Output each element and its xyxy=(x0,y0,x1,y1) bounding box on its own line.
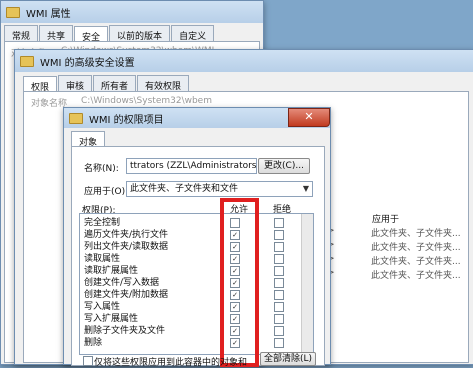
apply-to-value: 此文件夹、子文件夹和文件 xyxy=(130,184,239,194)
permission-row: 遍历文件夹/执行文件 ✓ xyxy=(80,229,313,241)
apply-container-label: 仅将这些权限应用到此容器中的对象和 xyxy=(94,358,248,368)
permission-name: 创建文件/写入数据 xyxy=(84,278,160,288)
list-item[interactable]: 此文件夹、子文件夹... xyxy=(371,240,461,253)
change-button[interactable]: 更改(C)... xyxy=(258,158,310,174)
permission-entries-list: > 此文件夹、子文件夹... > 此文件夹、子文件夹... > 此文件夹、子文件… xyxy=(327,226,467,296)
permission-entry-window: WMI 的权限项目 ✕ 对象 名称(N): ttrators (ZZL\Admi… xyxy=(63,107,331,368)
allow-column-highlight xyxy=(220,198,259,367)
permission-row: 删除 ✓ xyxy=(80,337,313,349)
object-name-value: C:\Windows\System32\wbem xyxy=(81,96,212,106)
permissions-list: 完全控制 遍历文件夹/执行文件 ✓ 列出文件夹/读取数据 ✓ 读取属性 ✓ 读取扩展属性 ✓ 创建… xyxy=(79,213,314,355)
list-item[interactable]: 此文件夹、子文件夹... xyxy=(371,254,461,267)
permission-row: 读取属性 ✓ xyxy=(80,253,313,265)
permission-row: 写入属性 ✓ xyxy=(80,301,313,313)
wmi-properties-titlebar[interactable]: WMI 属性 xyxy=(1,1,263,23)
list-item[interactable]: 此文件夹、子文件夹... xyxy=(371,268,461,281)
deny-checkbox[interactable] xyxy=(274,326,284,336)
deny-checkbox[interactable] xyxy=(274,278,284,288)
permission-row: 读取扩展属性 ✓ xyxy=(80,265,313,277)
permission-row: 删除子文件夹及文件 ✓ xyxy=(80,325,313,337)
permission-name: 删除子文件夹及文件 xyxy=(84,326,166,336)
applies-to-cell: 此文件夹、子文件夹... xyxy=(371,271,461,281)
permission-name: 创建文件夹/附加数据 xyxy=(84,290,169,300)
folder-icon xyxy=(6,6,20,18)
permissions-scrollbar[interactable] xyxy=(301,214,313,354)
name-label: 名称(N): xyxy=(84,164,119,174)
applies-to-column-header: 应用于 xyxy=(372,215,400,225)
deny-checkbox[interactable] xyxy=(274,338,284,348)
applies-to-cell: 此文件夹、子文件夹... xyxy=(371,229,461,239)
chevron-down-icon: ▼ xyxy=(302,184,309,193)
permission-row: 创建文件夹/附加数据 ✓ xyxy=(80,289,313,301)
permission-row: 完全控制 xyxy=(80,217,313,229)
applies-to-cell: 此文件夹、子文件夹... xyxy=(371,257,461,267)
deny-checkbox[interactable] xyxy=(274,254,284,264)
permission-name: 读取扩展属性 xyxy=(84,266,139,276)
permission-name: 读取属性 xyxy=(84,254,121,264)
permission-name: 写入扩展属性 xyxy=(84,314,139,324)
folder-icon xyxy=(20,55,34,67)
deny-checkbox[interactable] xyxy=(274,230,284,240)
apply-to-select[interactable]: 此文件夹、子文件夹和文件 ▼ xyxy=(126,181,313,197)
object-name-label: 对象名称 xyxy=(31,99,68,109)
applies-to-cell: 此文件夹、子文件夹... xyxy=(371,243,461,253)
permission-row: 列出文件夹/读取数据 ✓ xyxy=(80,241,313,253)
apply-to-label: 应用于(O): xyxy=(84,187,129,197)
close-button[interactable]: ✕ xyxy=(288,108,330,127)
permission-name: 遍历文件夹/执行文件 xyxy=(84,230,169,240)
permission-row: 创建文件/写入数据 ✓ xyxy=(80,277,313,289)
deny-checkbox[interactable] xyxy=(274,302,284,312)
folder-icon xyxy=(69,112,83,124)
close-icon: ✕ xyxy=(304,110,314,123)
name-field[interactable]: ttrators (ZZL\Administrators) xyxy=(126,158,257,174)
deny-checkbox[interactable] xyxy=(274,242,284,252)
permission-row: 写入扩展属性 ✓ xyxy=(80,313,313,325)
window-title: WMI 的高级安全设置 xyxy=(40,57,135,69)
deny-checkbox[interactable] xyxy=(274,266,284,276)
clear-all-button[interactable]: 全部清除(L) xyxy=(260,352,316,366)
window-title: WMI 属性 xyxy=(26,8,71,20)
window-title: WMI 的权限项目 xyxy=(89,114,164,126)
permission-name: 完全控制 xyxy=(84,218,121,228)
permission-name: 写入属性 xyxy=(84,302,121,312)
apply-container-checkbox[interactable] xyxy=(83,356,93,366)
deny-checkbox[interactable] xyxy=(274,218,284,228)
permission-name: 删除 xyxy=(84,338,103,348)
list-item[interactable]: 此文件夹、子文件夹... xyxy=(371,226,461,239)
advanced-security-titlebar[interactable]: WMI 的高级安全设置 xyxy=(15,50,473,72)
deny-checkbox[interactable] xyxy=(274,290,284,300)
deny-checkbox[interactable] xyxy=(274,314,284,324)
permission-name: 列出文件夹/读取数据 xyxy=(84,242,169,252)
